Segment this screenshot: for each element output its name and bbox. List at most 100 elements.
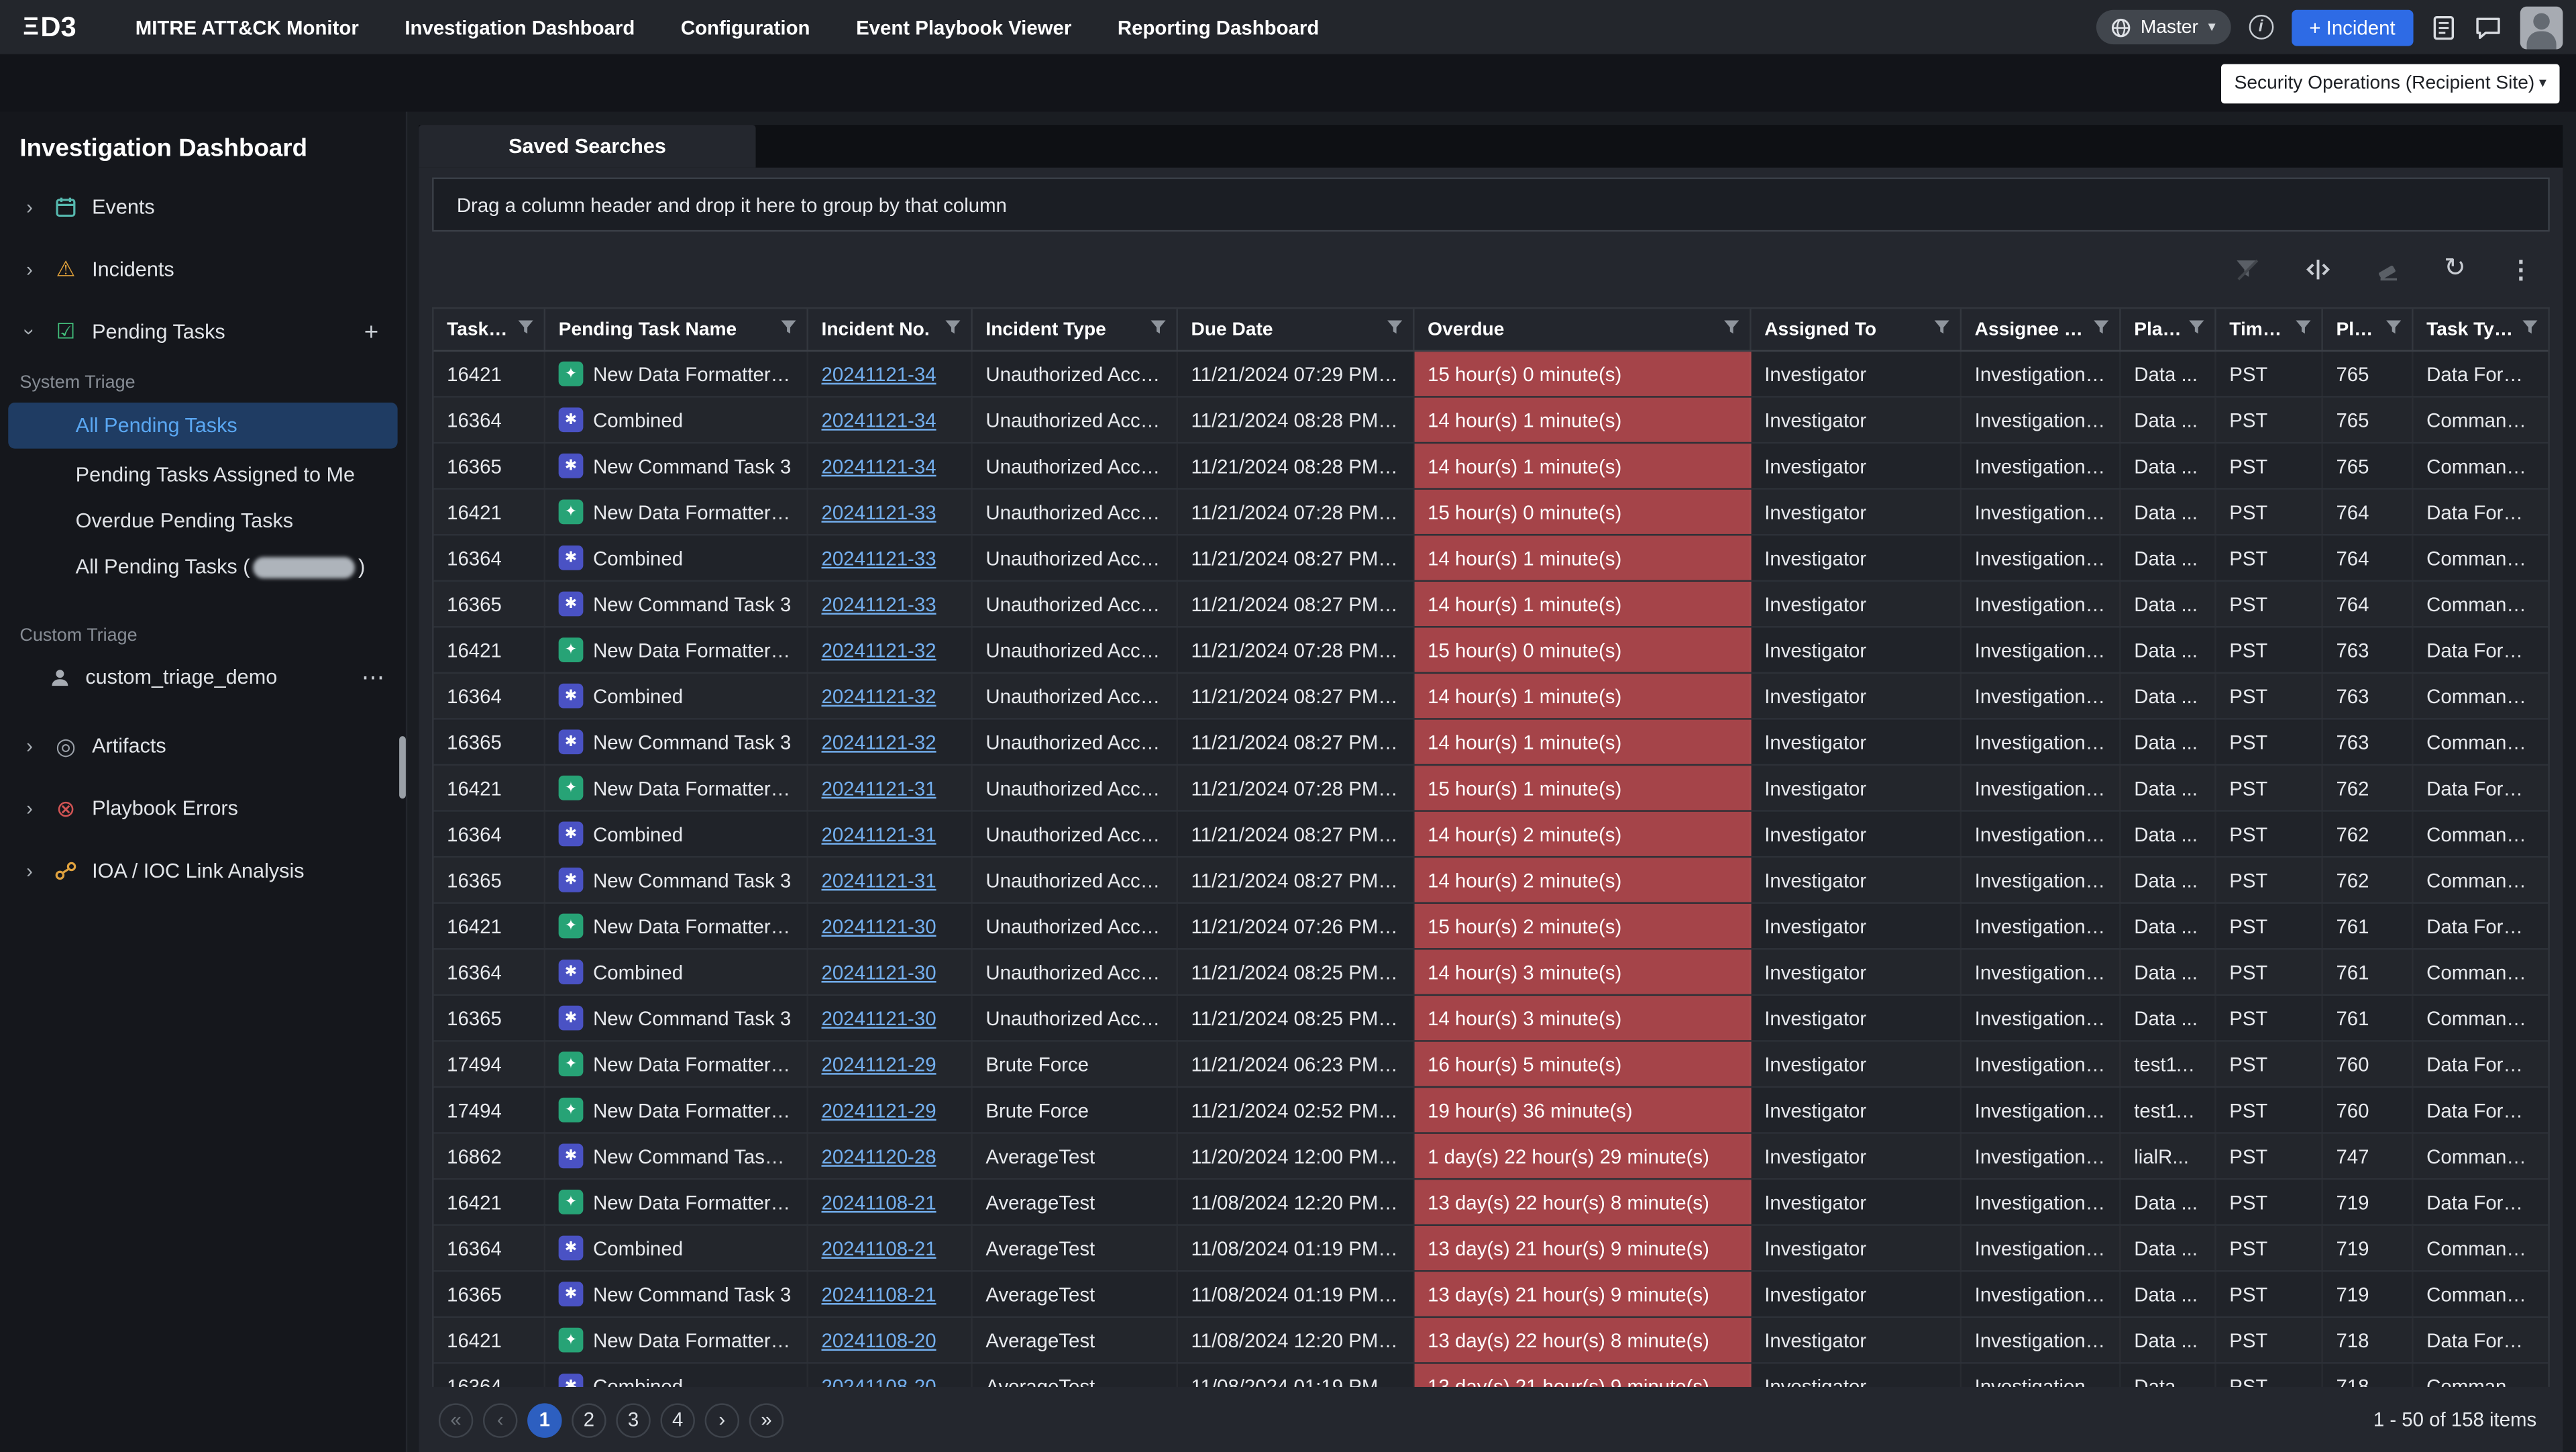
- table-row[interactable]: 16421✦New Data Formatter Task 1420241121…: [434, 904, 2548, 950]
- table-row[interactable]: 16364✱Combined20241121-32Unauthorized Ac…: [434, 674, 2548, 720]
- sidebar-item-incidents[interactable]: › ⚠ Incidents: [0, 238, 406, 301]
- sidebar-item-ioa-ioc[interactable]: › IOA / IOC Link Analysis: [0, 839, 406, 902]
- incident-link[interactable]: 20241121-32: [821, 684, 936, 707]
- filter-icon[interactable]: [1933, 319, 1949, 340]
- filter-icon[interactable]: [2295, 319, 2311, 340]
- table-row[interactable]: 16365✱New Command Task 320241121-33Unaut…: [434, 582, 2548, 628]
- sidebar-item-custom-triage-demo[interactable]: custom_triage_demo ⋯: [0, 652, 406, 701]
- incident-link[interactable]: 20241121-31: [821, 823, 936, 845]
- sidebar-item-artifacts[interactable]: › ◎ Artifacts: [0, 715, 406, 777]
- incident-link[interactable]: 20241121-31: [821, 776, 936, 799]
- clear-filter-icon[interactable]: [2234, 256, 2260, 282]
- refresh-icon[interactable]: ↻: [2444, 256, 2466, 282]
- column-header-task_type[interactable]: Task Type: [2414, 309, 2548, 350]
- incident-link[interactable]: 20241121-29: [821, 1053, 936, 1076]
- more-menu-icon[interactable]: ⋮: [2509, 257, 2534, 282]
- sidebar-item-events[interactable]: › Events: [0, 176, 406, 238]
- page-button-2[interactable]: 2: [572, 1402, 606, 1437]
- column-header-task_id[interactable]: Task ID: [434, 309, 546, 350]
- table-row[interactable]: 16421✦New Data Formatter Task 1420241108…: [434, 1180, 2548, 1226]
- sidebar-resize-handle[interactable]: [399, 736, 406, 798]
- add-incident-button[interactable]: + Incident: [2291, 9, 2413, 45]
- page-button-1[interactable]: 1: [527, 1402, 561, 1437]
- table-row[interactable]: 16421✦New Data Formatter Task 1420241121…: [434, 766, 2548, 812]
- sidebar-item-pending-tasks-assigned[interactable]: Pending Tasks Assigned to Me: [0, 452, 406, 498]
- master-dropdown[interactable]: Master ▾: [2096, 10, 2231, 44]
- incident-link[interactable]: 20241121-33: [821, 501, 936, 523]
- table-row[interactable]: 16421✦New Data Formatter Task 1420241121…: [434, 628, 2548, 674]
- table-row[interactable]: 16365✱New Command Task 320241121-32Unaut…: [434, 720, 2548, 766]
- incident-link[interactable]: 20241121-33: [821, 546, 936, 569]
- column-header-assigned_to[interactable]: Assigned To: [1752, 309, 1962, 350]
- filter-icon[interactable]: [1723, 319, 1739, 340]
- column-header-time_zone[interactable]: Time ...: [2216, 309, 2323, 350]
- table-row[interactable]: 16365✱New Command Task 320241121-34Unaut…: [434, 444, 2548, 490]
- last-page-button[interactable]: »: [749, 1402, 784, 1437]
- d3-logo[interactable]: ΞD3: [23, 11, 76, 44]
- table-row[interactable]: 17494✦New Data Formatter Task 6820241121…: [434, 1088, 2548, 1134]
- site-selector[interactable]: Security Operations (Recipient Site) ▾: [2221, 63, 2559, 103]
- column-header-overdue[interactable]: Overdue: [1415, 309, 1752, 350]
- incident-link[interactable]: 20241121-31: [821, 868, 936, 891]
- incident-link[interactable]: 20241121-30: [821, 915, 936, 937]
- filter-icon[interactable]: [2093, 319, 2109, 340]
- eraser-icon[interactable]: [2375, 256, 2401, 282]
- incident-link[interactable]: 20241108-21: [821, 1190, 936, 1213]
- user-avatar[interactable]: [2520, 6, 2563, 49]
- incident-link[interactable]: 20241121-33: [821, 592, 936, 615]
- table-row[interactable]: 16364✱Combined20241121-31Unauthorized Ac…: [434, 812, 2548, 858]
- column-header-due_date[interactable]: Due Date: [1178, 309, 1415, 350]
- chat-icon[interactable]: [2474, 14, 2502, 40]
- table-row[interactable]: 16364✱Combined20241121-30Unauthorized Ac…: [434, 950, 2548, 996]
- filter-icon[interactable]: [945, 319, 961, 340]
- sidebar-item-playbook-errors[interactable]: › ⊗ Playbook Errors: [0, 777, 406, 839]
- nav-item-event-playbook-viewer[interactable]: Event Playbook Viewer: [833, 15, 1095, 38]
- notes-icon[interactable]: [2431, 14, 2456, 40]
- filter-icon[interactable]: [780, 319, 796, 340]
- incident-link[interactable]: 20241108-20: [821, 1329, 936, 1351]
- incident-link[interactable]: 20241121-30: [821, 1006, 936, 1029]
- nav-item-investigation-dashboard[interactable]: Investigation Dashboard: [382, 15, 658, 38]
- incident-link[interactable]: 20241108-20: [821, 1375, 936, 1387]
- info-icon[interactable]: i: [2249, 15, 2273, 40]
- incident-link[interactable]: 20241121-32: [821, 731, 936, 754]
- table-row[interactable]: 16365✱New Command Task 320241121-30Unaut…: [434, 996, 2548, 1042]
- add-triage-icon[interactable]: +: [356, 318, 386, 346]
- table-row[interactable]: 16364✱Combined20241108-21AverageTest11/0…: [434, 1226, 2548, 1272]
- incident-link[interactable]: 20241121-32: [821, 638, 936, 661]
- next-page-button[interactable]: ›: [705, 1402, 739, 1437]
- incident-link[interactable]: 20241121-30: [821, 960, 936, 983]
- column-header-incident_type[interactable]: Incident Type: [973, 309, 1178, 350]
- tab-saved-searches[interactable]: Saved Searches: [419, 125, 755, 168]
- sidebar-item-all-pending-tasks-site[interactable]: All Pending Tasks ( ): [0, 544, 406, 590]
- table-row[interactable]: 16421✦New Data Formatter Task 1420241108…: [434, 1318, 2548, 1364]
- group-by-bar[interactable]: Drag a column header and drop it here to…: [432, 177, 2550, 231]
- nav-item-reporting-dashboard[interactable]: Reporting Dashboard: [1095, 15, 1342, 38]
- incident-link[interactable]: 20241121-34: [821, 362, 936, 385]
- table-row[interactable]: 17494✦New Data Formatter Task 6820241121…: [434, 1042, 2548, 1088]
- incident-link[interactable]: 20241121-29: [821, 1098, 936, 1121]
- previous-page-button[interactable]: ‹: [483, 1402, 517, 1437]
- sidebar-item-all-pending-tasks[interactable]: All Pending Tasks: [8, 403, 397, 449]
- table-row[interactable]: 16364✱Combined20241108-20AverageTest11/0…: [434, 1364, 2548, 1387]
- filter-icon[interactable]: [517, 319, 533, 340]
- fit-columns-icon[interactable]: [2302, 258, 2332, 280]
- filter-icon[interactable]: [1150, 319, 1166, 340]
- table-row[interactable]: 16365✱New Command Task 320241108-21Avera…: [434, 1272, 2548, 1318]
- column-header-incident_no[interactable]: Incident No.: [808, 309, 973, 350]
- column-header-playbook_no[interactable]: Play...: [2323, 309, 2414, 350]
- filter-icon[interactable]: [2385, 319, 2402, 340]
- table-row[interactable]: 16364✱Combined20241121-33Unauthorized Ac…: [434, 535, 2548, 582]
- page-button-3[interactable]: 3: [616, 1402, 650, 1437]
- filter-icon[interactable]: [1387, 319, 1403, 340]
- column-header-playbook[interactable]: Play...: [2121, 309, 2216, 350]
- column-header-assignee_type[interactable]: Assignee Ty...: [1962, 309, 2121, 350]
- filter-icon[interactable]: [2188, 319, 2204, 340]
- nav-item-configuration[interactable]: Configuration: [658, 15, 833, 38]
- incident-link[interactable]: 20241121-34: [821, 409, 936, 431]
- filter-icon[interactable]: [2522, 319, 2538, 340]
- column-header-task_name[interactable]: Pending Task Name: [545, 309, 808, 350]
- incident-link[interactable]: 20241108-21: [821, 1282, 936, 1305]
- sidebar-item-overdue-pending-tasks[interactable]: Overdue Pending Tasks: [0, 498, 406, 544]
- nav-item-mitre-att-ck-monitor[interactable]: MITRE ATT&CK Monitor: [112, 15, 382, 38]
